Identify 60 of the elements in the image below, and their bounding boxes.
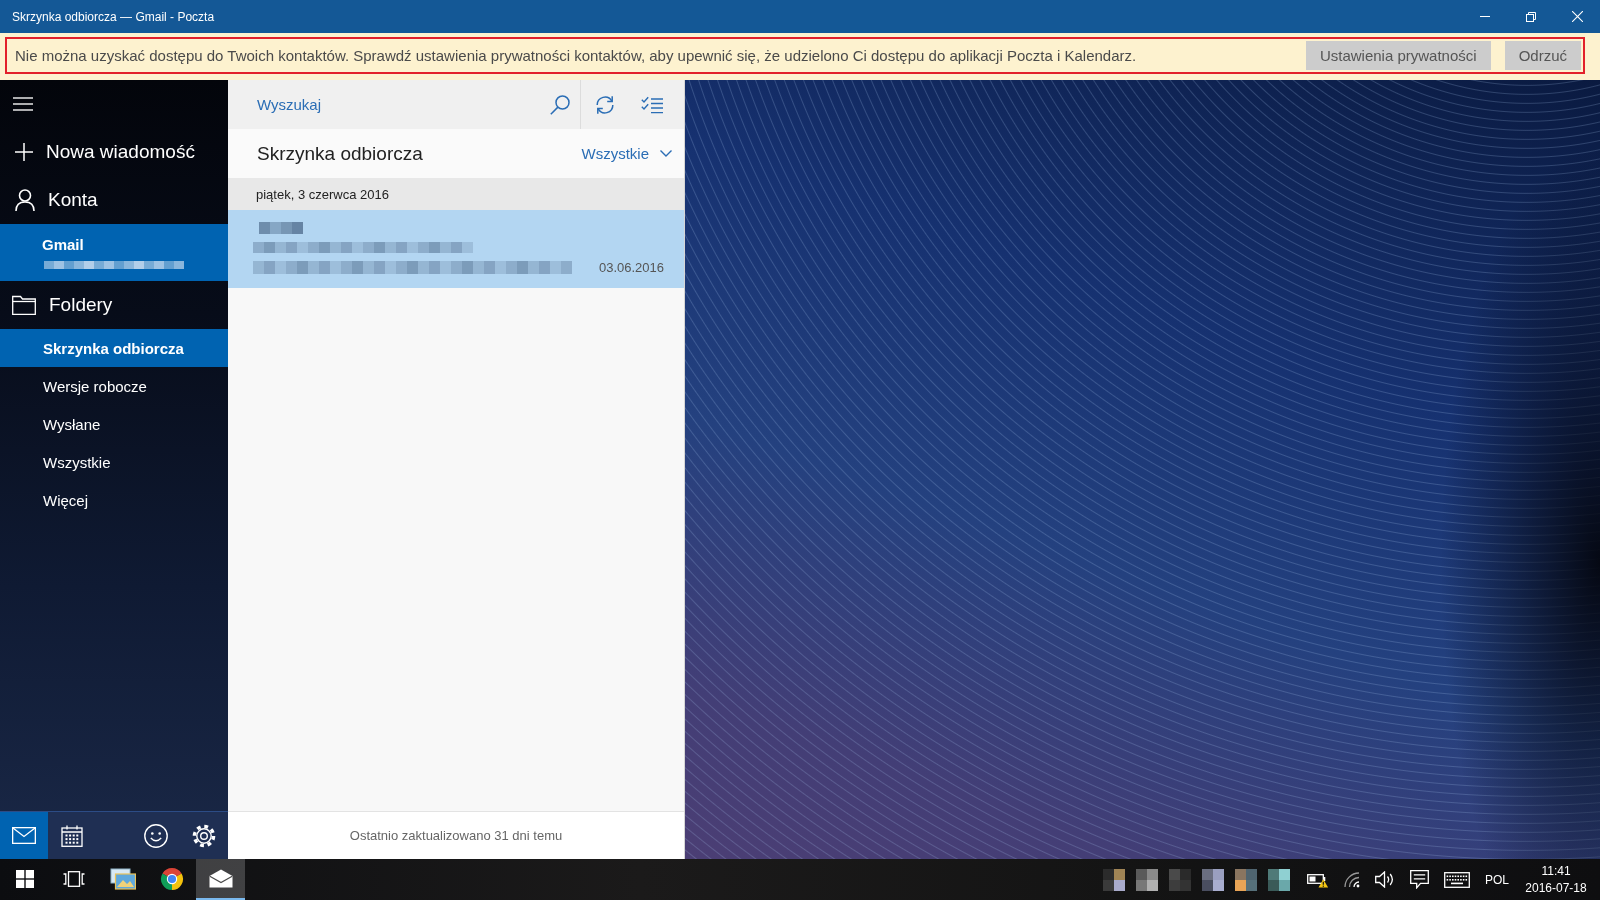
select-mode-button[interactable]: [628, 80, 684, 129]
folder-icon: [12, 295, 36, 315]
folder-item[interactable]: Wersje robocze: [0, 367, 228, 405]
pixelated-tray-icon[interactable]: [1202, 868, 1224, 891]
wifi-icon[interactable]: [1344, 871, 1360, 888]
message-date: 03.06.2016: [598, 260, 664, 275]
settings-icon: [192, 823, 216, 848]
checklist-icon: [641, 95, 663, 114]
folder-item[interactable]: Więcej: [0, 481, 228, 519]
restore-icon: [1526, 11, 1536, 22]
notification-button[interactable]: Odrzuć: [1504, 41, 1581, 70]
search-field[interactable]: Wyszukaj: [228, 80, 540, 129]
chat-bubble-icon[interactable]: [1410, 870, 1429, 889]
clock-time: 11:41: [1541, 862, 1571, 880]
person-icon: [15, 189, 35, 211]
pixelated-sender-drawing: [259, 222, 303, 234]
task-view-icon: [62, 870, 85, 887]
battery-warning-icon[interactable]: [1307, 871, 1329, 888]
status-bar: Ostatnio zaktualizowano 31 dni temu: [228, 811, 684, 859]
calendar-icon: [61, 824, 83, 847]
sync-icon: [593, 93, 616, 116]
account-name: Gmail: [42, 236, 84, 253]
sync-button[interactable]: [580, 80, 628, 129]
notification-message: Nie można uzyskać dostępu do Twoich kontaktów. Sprawdź ustawienia prywatności kontaktów, aby upewnić się, że udzielono Ci dostępu do aplikacji Poczta i Kalendarz.: [15, 47, 1138, 64]
window-title: Skrzynka odbiorcza — Gmail - Poczta: [11, 9, 216, 24]
browser-logo-icon: [159, 866, 184, 891]
plus-icon: [15, 143, 33, 161]
search-icon: [550, 94, 570, 115]
accounts-button[interactable]: Konta: [0, 176, 228, 224]
start-icon: [15, 869, 34, 888]
filter-dropdown[interactable]: Wszystkie: [581, 141, 672, 166]
minimize-icon: [1480, 16, 1490, 17]
chevron-down-icon: [660, 150, 672, 157]
close-icon: [1571, 11, 1583, 22]
pictures-icon: [109, 867, 136, 890]
account-item[interactable]: Gmail: [0, 224, 228, 281]
folder-title: Skrzynka odbiorcza: [257, 142, 423, 165]
keyboard-icon[interactable]: [1444, 871, 1470, 888]
pixelated-tray-icon[interactable]: [1268, 868, 1290, 891]
new-message-button[interactable]: Nowa wiadomość: [0, 128, 228, 176]
search-button[interactable]: [540, 80, 580, 129]
menu-icon: [13, 97, 33, 111]
pixelated-tray-icon[interactable]: [1136, 868, 1158, 891]
smiley-icon: [144, 823, 168, 848]
date-group-header: piątek, 3 czerwca 2016: [228, 178, 684, 210]
clock-date: 2016-07-18: [1525, 879, 1587, 897]
folder-item[interactable]: Wysłane: [0, 405, 228, 443]
message-item[interactable]: 03.06.2016: [228, 210, 684, 288]
envelope-icon: [208, 869, 233, 888]
pixelated-tray-icon[interactable]: [1103, 868, 1125, 891]
mail-button[interactable]: [0, 812, 48, 859]
envelope-icon: [12, 827, 36, 844]
language-indicator[interactable]: POL: [1485, 872, 1509, 887]
folder-item[interactable]: Skrzynka odbiorcza: [0, 329, 228, 367]
volume-icon[interactable]: [1375, 871, 1395, 888]
mail-app-button[interactable]: [196, 859, 245, 900]
pixelated-tray-icon[interactable]: [1235, 868, 1257, 891]
notification-button[interactable]: Ustawienia prywatności: [1305, 41, 1491, 70]
folders-button[interactable]: Foldery: [0, 281, 228, 329]
folder-item[interactable]: Wszystkie: [0, 443, 228, 481]
